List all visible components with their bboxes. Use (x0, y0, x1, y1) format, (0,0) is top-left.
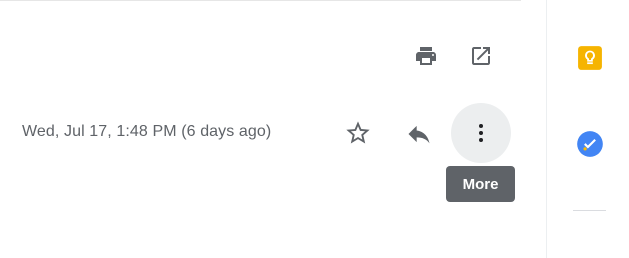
print-all-button[interactable] (410, 40, 442, 72)
message-date: Wed, Jul 17, 1:48 PM (6 days ago) (22, 123, 272, 140)
open-in-new-window-icon (472, 47, 490, 65)
divider (0, 0, 521, 1)
side-panel-divider (573, 210, 606, 211)
tasks-app-button[interactable] (574, 128, 606, 160)
more-button[interactable] (451, 103, 511, 163)
keep-app-button[interactable] (574, 42, 606, 74)
email-message-header: Wed, Jul 17, 1:48 PM (6 days ago) More (0, 0, 629, 258)
star-outline-icon (346, 121, 370, 144)
reply-icon (408, 125, 430, 144)
google-tasks-icon (577, 131, 603, 157)
reply-button[interactable] (400, 115, 438, 153)
more-tooltip: More (446, 166, 515, 202)
open-in-new-window-button[interactable] (465, 40, 497, 72)
google-keep-icon (578, 46, 602, 70)
print-icon (416, 47, 436, 65)
more-vertical-icon (479, 124, 483, 142)
star-button[interactable] (340, 115, 376, 151)
side-panel-separator (546, 0, 547, 258)
